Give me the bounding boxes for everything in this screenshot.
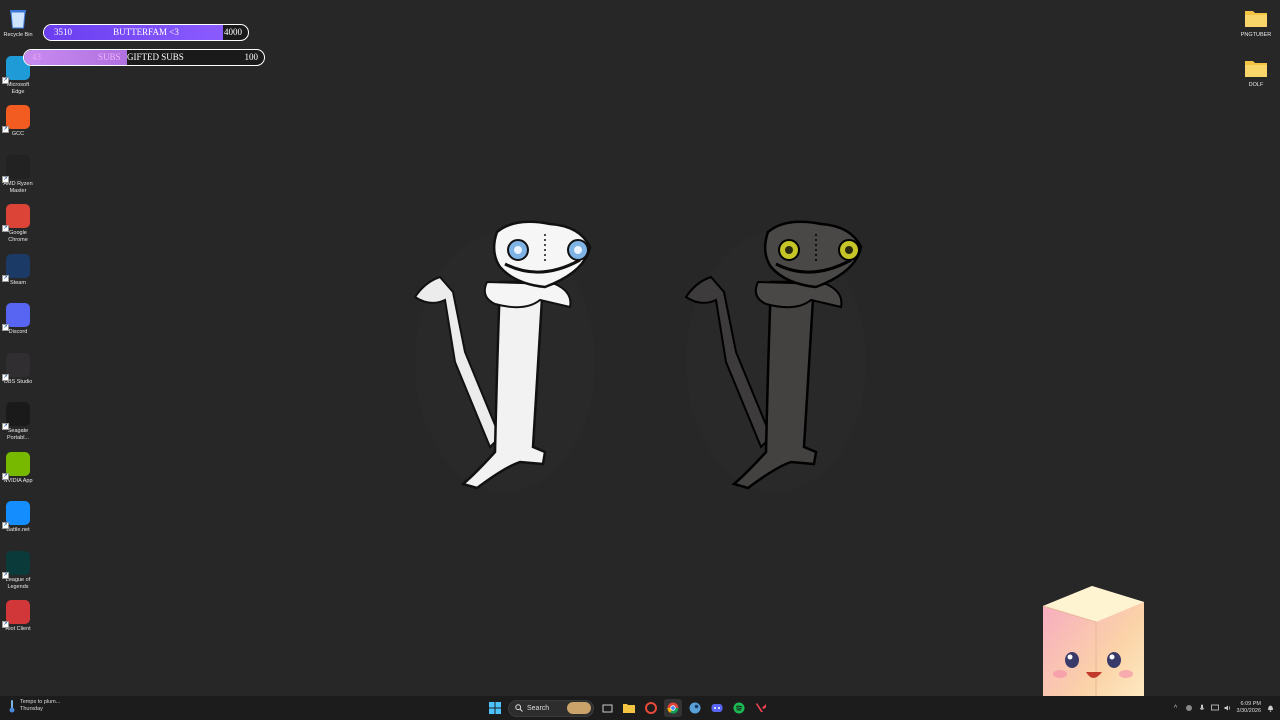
seagate-icon: ↗ <box>2 402 30 430</box>
clock-date: 3/30/2026 <box>1236 708 1261 714</box>
task-view-icon <box>602 704 612 712</box>
windows-logo-icon <box>489 702 501 714</box>
microphone-icon[interactable] <box>1198 704 1206 712</box>
steam-icon <box>689 702 701 714</box>
follower-goal-target: 4000 <box>224 27 242 37</box>
recycle-bin-icon <box>6 6 30 30</box>
shortcut-arrow-icon: ↗ <box>2 175 9 183</box>
search-placeholder: Search <box>527 704 550 712</box>
shortcut-arrow-icon: ↗ <box>2 324 9 331</box>
shortcut-arrow-icon: ↗ <box>2 126 9 133</box>
task-view-button[interactable] <box>598 699 616 717</box>
weather-line2: Thursday <box>20 706 43 712</box>
desktop-icon-nvidia-app[interactable]: ↗ NVIDIA App <box>0 446 36 496</box>
desktop-icon-steam[interactable]: ↗ Steam <box>0 248 36 298</box>
white-dancing-lizard-image <box>413 220 595 492</box>
shortcut-arrow-icon: ↗ <box>2 423 9 430</box>
folder-icon <box>1244 6 1268 30</box>
desktop-icon-label: Google Chrome <box>8 230 28 243</box>
notification-bell-icon[interactable] <box>1266 704 1274 712</box>
system-tray: ^ 6:09 PM 3/30/2026 <box>1172 696 1274 720</box>
league-icon: ↗ <box>2 550 30 579</box>
chrome-icon: ↗ <box>2 204 30 232</box>
gcc-icon: ↗ <box>2 105 30 133</box>
shortcut-arrow-icon: ↗ <box>2 621 9 628</box>
shortcut-arrow-icon: ↗ <box>2 373 9 381</box>
shortcut-arrow-icon: ↗ <box>2 571 9 579</box>
desktop-icon-label: Recycle Bin <box>3 32 33 38</box>
shortcut-arrow-icon: ↗ <box>2 225 9 232</box>
obs-icon: ↗ <box>2 352 30 381</box>
gcc-icon <box>645 702 657 714</box>
chrome-icon <box>667 702 679 714</box>
dark-dancing-lizard-image <box>684 220 866 492</box>
shortcut-arrow-icon: ↗ <box>2 472 9 480</box>
desktop-icon-pngtuber[interactable]: PNGTUBER <box>1232 0 1280 50</box>
weather-widget[interactable]: Temps to plum... Thursday <box>8 699 60 713</box>
volume-icon[interactable] <box>1224 704 1232 712</box>
spotify-icon <box>733 702 745 714</box>
valorant-taskbar-button[interactable] <box>752 699 770 717</box>
desktop-icon-amd-ryzen-master[interactable]: ↗ AMD Ryzen Master <box>0 149 36 199</box>
desktop-icon-label: PNGTUBER <box>1240 32 1272 38</box>
desktop-icon-seagate-portabl[interactable]: ↗ Seagate Portabl... <box>0 396 36 446</box>
discord-icon: ↗ <box>2 303 30 331</box>
follower-goal-bar: 3510 BUTTERFAM <3 4000 <box>43 24 249 41</box>
desktop-icon-obs-studio[interactable]: ↗ OBS Studio <box>0 347 36 397</box>
subs-goal-label: SUBS <box>98 52 121 62</box>
riot-icon: ↗ <box>2 600 30 628</box>
steam-taskbar-button[interactable] <box>686 699 704 717</box>
folder-icon <box>1244 56 1268 80</box>
gcc-taskbar-button[interactable] <box>642 699 660 717</box>
start-button[interactable] <box>486 699 504 717</box>
file-explorer-taskbar-button[interactable] <box>620 699 638 717</box>
desktop-icon-battle-net[interactable]: ↗ Battle.net <box>0 495 36 545</box>
subs-goal-target: 100 <box>244 52 259 62</box>
desktop-icon-label: DOLF <box>1248 81 1264 88</box>
taskbar-search-box[interactable]: Search <box>508 699 594 717</box>
desktop-icon-label: Microsoft Edge <box>6 81 30 95</box>
desktop-icon-label: Seagate Portabl... <box>6 428 29 441</box>
desktop-icon-google-chrome[interactable]: ↗ Google Chrome <box>0 198 36 248</box>
desktop-icon-riot-client[interactable]: ↗ Riot Client <box>0 594 36 644</box>
amd-ryzen-icon: ↗ <box>2 154 30 183</box>
desktop-icon-recycle-bin[interactable]: Recycle Bin <box>0 0 36 50</box>
weather-line1: Temps to plum... <box>20 699 61 705</box>
desktop-icon-dolf[interactable]: DOLF <box>1232 50 1280 100</box>
battlenet-icon: ↗ <box>2 501 30 529</box>
desktop-icon-label: AMD Ryzen Master <box>3 180 33 194</box>
desktop-icon-discord[interactable]: ↗ Discord <box>0 297 36 347</box>
shortcut-arrow-icon: ↗ <box>2 522 9 529</box>
network-icon[interactable] <box>1210 704 1219 712</box>
shortcut-arrow-icon: ↗ <box>2 274 9 282</box>
subs-goal-title: GIFTED SUBS <box>127 52 184 62</box>
desktop-icons-left: Recycle Bin ↗ Microsoft Edge ↗ GCC ↗ AMD Ryzen… <box>0 0 36 644</box>
show-hidden-icons-chevron-icon[interactable]: ^ <box>1172 704 1180 712</box>
nvidia-icon: ↗ <box>2 451 30 480</box>
follower-goal-title: BUTTERFAM <3 <box>113 27 179 37</box>
desktop-icon-gcc[interactable]: ↗ GCC <box>0 99 36 149</box>
taskbar: Temps to plum... Thursday Search ^ 6:09 … <box>0 696 1280 720</box>
subs-goal-bar: 43 SUBS GIFTED SUBS 100 <box>23 49 265 66</box>
taskbar-clock[interactable]: 6:09 PM 3/30/2026 <box>1237 701 1261 715</box>
discord-taskbar-button[interactable] <box>708 699 726 717</box>
search-highlight-icon <box>567 702 591 714</box>
subs-goal-current: 43 <box>32 52 41 62</box>
desktop-icon-label: League of Legends <box>5 576 31 590</box>
clock-time: 6:09 PM <box>1240 701 1261 707</box>
shortcut-arrow-icon: ↗ <box>2 76 9 84</box>
valorant-icon <box>756 703 766 712</box>
weather-thermometer-icon <box>8 699 16 713</box>
steam-icon: ↗ <box>2 253 30 282</box>
folder-icon <box>623 704 635 713</box>
discord-icon <box>711 704 723 712</box>
chrome-taskbar-button[interactable] <box>664 699 682 717</box>
spotify-taskbar-button[interactable] <box>730 699 748 717</box>
search-icon <box>515 704 523 712</box>
desktop-icon-league-of-legends[interactable]: ↗ League of Legends <box>0 545 36 595</box>
tray-app-icon[interactable] <box>1185 704 1193 712</box>
desktop-icons-right: PNGTUBER DOLF <box>1232 0 1280 99</box>
